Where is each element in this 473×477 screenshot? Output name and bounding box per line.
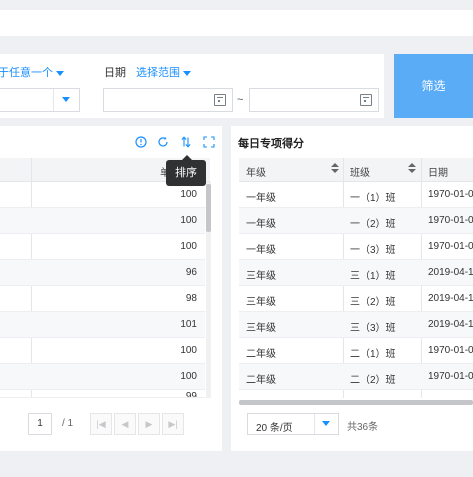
select-arrow[interactable] (314, 414, 338, 434)
table-row[interactable]: 101 (0, 312, 205, 338)
page-size-select[interactable]: 20 条/页 (247, 413, 339, 435)
chevron-down-icon (56, 70, 64, 76)
page-size-value: 20 条/页 (256, 423, 293, 434)
cell-value: 100 (180, 241, 197, 252)
info-icon[interactable] (135, 136, 147, 148)
match-mode-dropdown[interactable]: 于任意一个 (0, 64, 64, 80)
table-row[interactable]: 一年级 一（3）班 1970-01-01 (239, 234, 473, 260)
top-bar (0, 10, 473, 36)
cell-value: 96 (185, 267, 197, 278)
table-row[interactable]: 100 (0, 338, 205, 364)
grade-cell: 二年级 (246, 375, 276, 386)
page-number-input[interactable]: 1 (28, 413, 52, 435)
horizontal-scrollbar[interactable] (239, 400, 473, 405)
date-cell: 1970-01-01 (428, 241, 473, 252)
cell-value: 100 (180, 189, 197, 200)
match-mode-label: 于任意一个 (0, 67, 53, 79)
chevron-down-icon (322, 421, 330, 426)
class-cell: 一（3）班 (350, 245, 396, 256)
class-cell: 三（1）班 (350, 271, 396, 282)
date-separator: ~ (237, 94, 244, 106)
table-row[interactable]: 100 (0, 208, 205, 234)
prev-page-button[interactable]: ◀ (114, 413, 136, 435)
end-date-input[interactable] (249, 88, 379, 112)
date-cell: 1970-01-01 (428, 189, 473, 200)
class-cell: 一（2）班 (350, 219, 396, 230)
fullscreen-icon[interactable] (203, 136, 215, 148)
filter-button[interactable]: 筛选 (394, 54, 473, 118)
grade-cell: 三年级 (246, 271, 276, 282)
table-row[interactable]: 二年级 二（1）班 1970-01-01 (239, 338, 473, 364)
grade-cell: 一年级 (246, 245, 276, 256)
sort-tooltip: 排序 (166, 155, 206, 186)
table-row[interactable]: 98 (0, 286, 205, 312)
last-page-button[interactable]: ▶| (162, 413, 184, 435)
class-cell: 二（1）班 (350, 349, 396, 360)
class-cell: 三（3）班 (350, 323, 396, 334)
date-cell: 2019-04-12 (428, 267, 473, 278)
class-cell: 三（2）班 (350, 297, 396, 308)
match-select[interactable] (0, 88, 80, 112)
date-cell: 1970-01-01 (428, 215, 473, 226)
start-date-input[interactable] (103, 88, 233, 112)
table-row[interactable]: 一年级 一（1）班 1970-01-01 (239, 182, 473, 208)
date-cell: 2019-04-12 (428, 319, 473, 330)
first-page-button[interactable]: |◀ (90, 413, 112, 435)
calendar-icon[interactable] (214, 94, 226, 106)
table-row[interactable]: 99 (0, 390, 205, 398)
panel-title: 每日专项得分 (238, 138, 304, 150)
table-row[interactable]: 二年级 二（2）班 1970-01-01 (239, 364, 473, 390)
grade-cell: 三年级 (246, 323, 276, 334)
column-header-date[interactable]: 日期 (428, 164, 448, 179)
sort-toggle-icon[interactable] (408, 163, 416, 174)
date-label: 日期 (104, 67, 126, 79)
table-row[interactable]: 100 (0, 234, 205, 260)
table-row[interactable]: 三年级 三（2）班 2019-04-12 (239, 286, 473, 312)
cell-value: 98 (185, 293, 197, 304)
next-page-button[interactable]: ▶ (138, 413, 160, 435)
cell-value: 100 (180, 345, 197, 356)
column-header-class[interactable]: 班级 (350, 164, 370, 179)
refresh-icon[interactable] (157, 136, 169, 148)
vertical-scrollbar-thumb[interactable] (206, 184, 211, 232)
calendar-icon[interactable] (360, 94, 372, 106)
select-arrow[interactable] (53, 89, 79, 111)
class-cell: 一（1）班 (350, 193, 396, 204)
date-cell: 2019-04-12 (428, 293, 473, 304)
sort-toggle-icon[interactable] (331, 163, 339, 174)
cell-value: 100 (180, 215, 197, 226)
chevron-down-icon (183, 70, 191, 76)
cell-value: 100 (180, 371, 197, 382)
grade-cell: 一年级 (246, 193, 276, 204)
column-header-grade[interactable]: 年级 (246, 164, 266, 179)
cell-value: 101 (180, 319, 197, 330)
class-cell: 二（2）班 (350, 375, 396, 386)
grade-cell: 三年级 (246, 297, 276, 308)
filter-panel: 于任意一个 日期 选择范围 ~ (0, 54, 384, 118)
grade-cell: 一年级 (246, 219, 276, 230)
sort-icon[interactable] (180, 136, 192, 148)
date-range-dropdown[interactable]: 选择范围 (136, 64, 191, 80)
grade-cell: 二年级 (246, 349, 276, 360)
total-count: 共36条 (347, 422, 379, 433)
table-row[interactable]: 100 (0, 364, 205, 390)
table-row[interactable]: 96 (0, 260, 205, 286)
date-cell: 1970-01-01 (428, 371, 473, 382)
table-row[interactable]: 三年级 三（3）班 2019-04-12 (239, 312, 473, 338)
date-range-label: 选择范围 (136, 67, 180, 79)
date-cell: 1970-01-01 (428, 345, 473, 356)
page-total: / 1 (62, 418, 74, 429)
table-row[interactable]: 三年级 三（1）班 2019-04-12 (239, 260, 473, 286)
table-row[interactable]: 一年级 一（2）班 1970-01-01 (239, 208, 473, 234)
cell-value: 99 (185, 391, 197, 398)
chevron-down-icon (62, 97, 70, 102)
